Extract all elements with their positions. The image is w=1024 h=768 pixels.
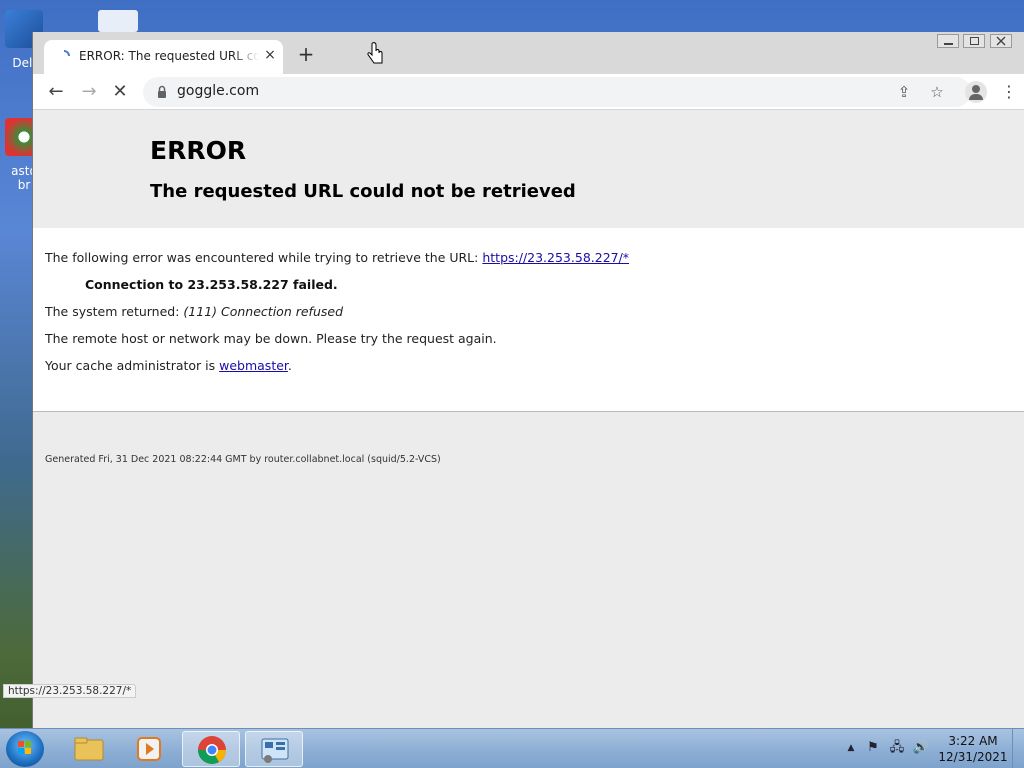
cache-admin-prefix: Your cache administrator is (45, 358, 220, 373)
close-icon (996, 36, 1006, 46)
taskbar-app-control-panel[interactable] (245, 731, 303, 767)
tab-active[interactable]: ERROR: The requested URL could not be re… (44, 40, 283, 74)
taskbar: ▲ ⚑ 🖧 🔊 3:22 AM 12/31/2021 (0, 728, 1024, 768)
loading-spinner-icon (63, 50, 70, 57)
page-subtitle: The requested URL could not be retrieved (150, 181, 576, 202)
hand-cursor-icon (367, 42, 383, 64)
error-page: ERROR The requested URL could not be ret… (33, 111, 1024, 729)
tab-title: ERROR: The requested URL could not be re… (79, 49, 259, 63)
webmaster-link[interactable]: webmaster (219, 358, 288, 373)
system-clock[interactable]: 3:22 AM 12/31/2021 (938, 733, 1008, 765)
status-url-bubble: https://23.253.58.227/* (3, 684, 137, 698)
minimize-icon (944, 43, 953, 45)
taskbar-app-media-player[interactable] (120, 731, 178, 767)
tab-close-icon[interactable]: × (262, 47, 278, 65)
share-icon[interactable]: ⇪ (893, 81, 915, 103)
tray-chevron-icon[interactable]: ▲ (842, 739, 860, 757)
system-returned-prefix: The system returned: (45, 304, 184, 319)
bookmark-star-icon[interactable]: ☆ (926, 81, 948, 103)
new-tab-button[interactable]: + (295, 44, 317, 66)
clock-time: 3:22 AM (948, 734, 998, 748)
chrome-icon (198, 736, 226, 764)
url-text: goggle.com (177, 83, 260, 99)
action-center-flag-icon[interactable]: ⚑ (864, 739, 882, 757)
browser-toolbar: ← → ✕ goggle.com ⇪ ☆ ⋮ (33, 74, 1024, 110)
stop-loading-button[interactable]: ✕ (108, 80, 132, 104)
avatar-head (972, 85, 980, 93)
system-returned-value: (111) Connection refused (183, 304, 343, 319)
network-icon[interactable]: 🖧 (888, 739, 906, 757)
clock-date: 12/31/2021 (938, 750, 1008, 764)
connection-failed-text: Connection to 23.253.58.227 failed. (85, 277, 338, 292)
taskbar-app-explorer[interactable] (60, 731, 118, 767)
show-desktop-button[interactable] (1012, 729, 1024, 768)
control-panel-icon (261, 738, 289, 763)
desktop-icon-partial (98, 10, 138, 32)
divider (33, 411, 1024, 412)
restore-icon (970, 37, 979, 45)
error-details: The following error was encountered whil… (33, 228, 1024, 411)
minimize-button[interactable] (937, 34, 959, 48)
media-player-icon (137, 737, 161, 761)
volume-icon[interactable]: 🔊 (912, 739, 930, 757)
close-window-button[interactable] (990, 34, 1012, 48)
back-button[interactable]: ← (44, 80, 68, 104)
restore-button[interactable] (963, 34, 985, 48)
browser-window: ERROR: The requested URL could not be re… (32, 32, 1024, 729)
generated-footer: Generated Fri, 31 Dec 2021 08:22:44 GMT … (45, 454, 441, 465)
tab-strip: ERROR: The requested URL could not be re… (33, 32, 1024, 74)
system-returned-line: The system returned: (111) Connection re… (45, 304, 343, 319)
browser-menu-icon[interactable]: ⋮ (1001, 80, 1017, 104)
error-url-link[interactable]: https://23.253.58.227/* (482, 250, 629, 265)
remote-host-text: The remote host or network may be down. … (45, 331, 497, 346)
cache-admin-line: Your cache administrator is webmaster. (45, 358, 292, 373)
error-url-line: The following error was encountered whil… (45, 250, 629, 265)
folder-icon (74, 737, 104, 761)
taskbar-app-chrome[interactable] (182, 731, 240, 767)
lock-icon (158, 85, 166, 98)
cache-admin-suffix: . (287, 358, 292, 373)
error-url-prefix: The following error was encountered whil… (45, 250, 483, 265)
start-button[interactable] (6, 731, 44, 767)
address-bar[interactable]: goggle.com ⇪ ☆ (143, 77, 971, 107)
forward-button[interactable]: → (77, 80, 101, 104)
profile-avatar-icon[interactable] (965, 81, 987, 103)
page-title: ERROR (150, 136, 247, 165)
avatar-body (969, 94, 983, 100)
windows-logo-icon (18, 741, 31, 754)
